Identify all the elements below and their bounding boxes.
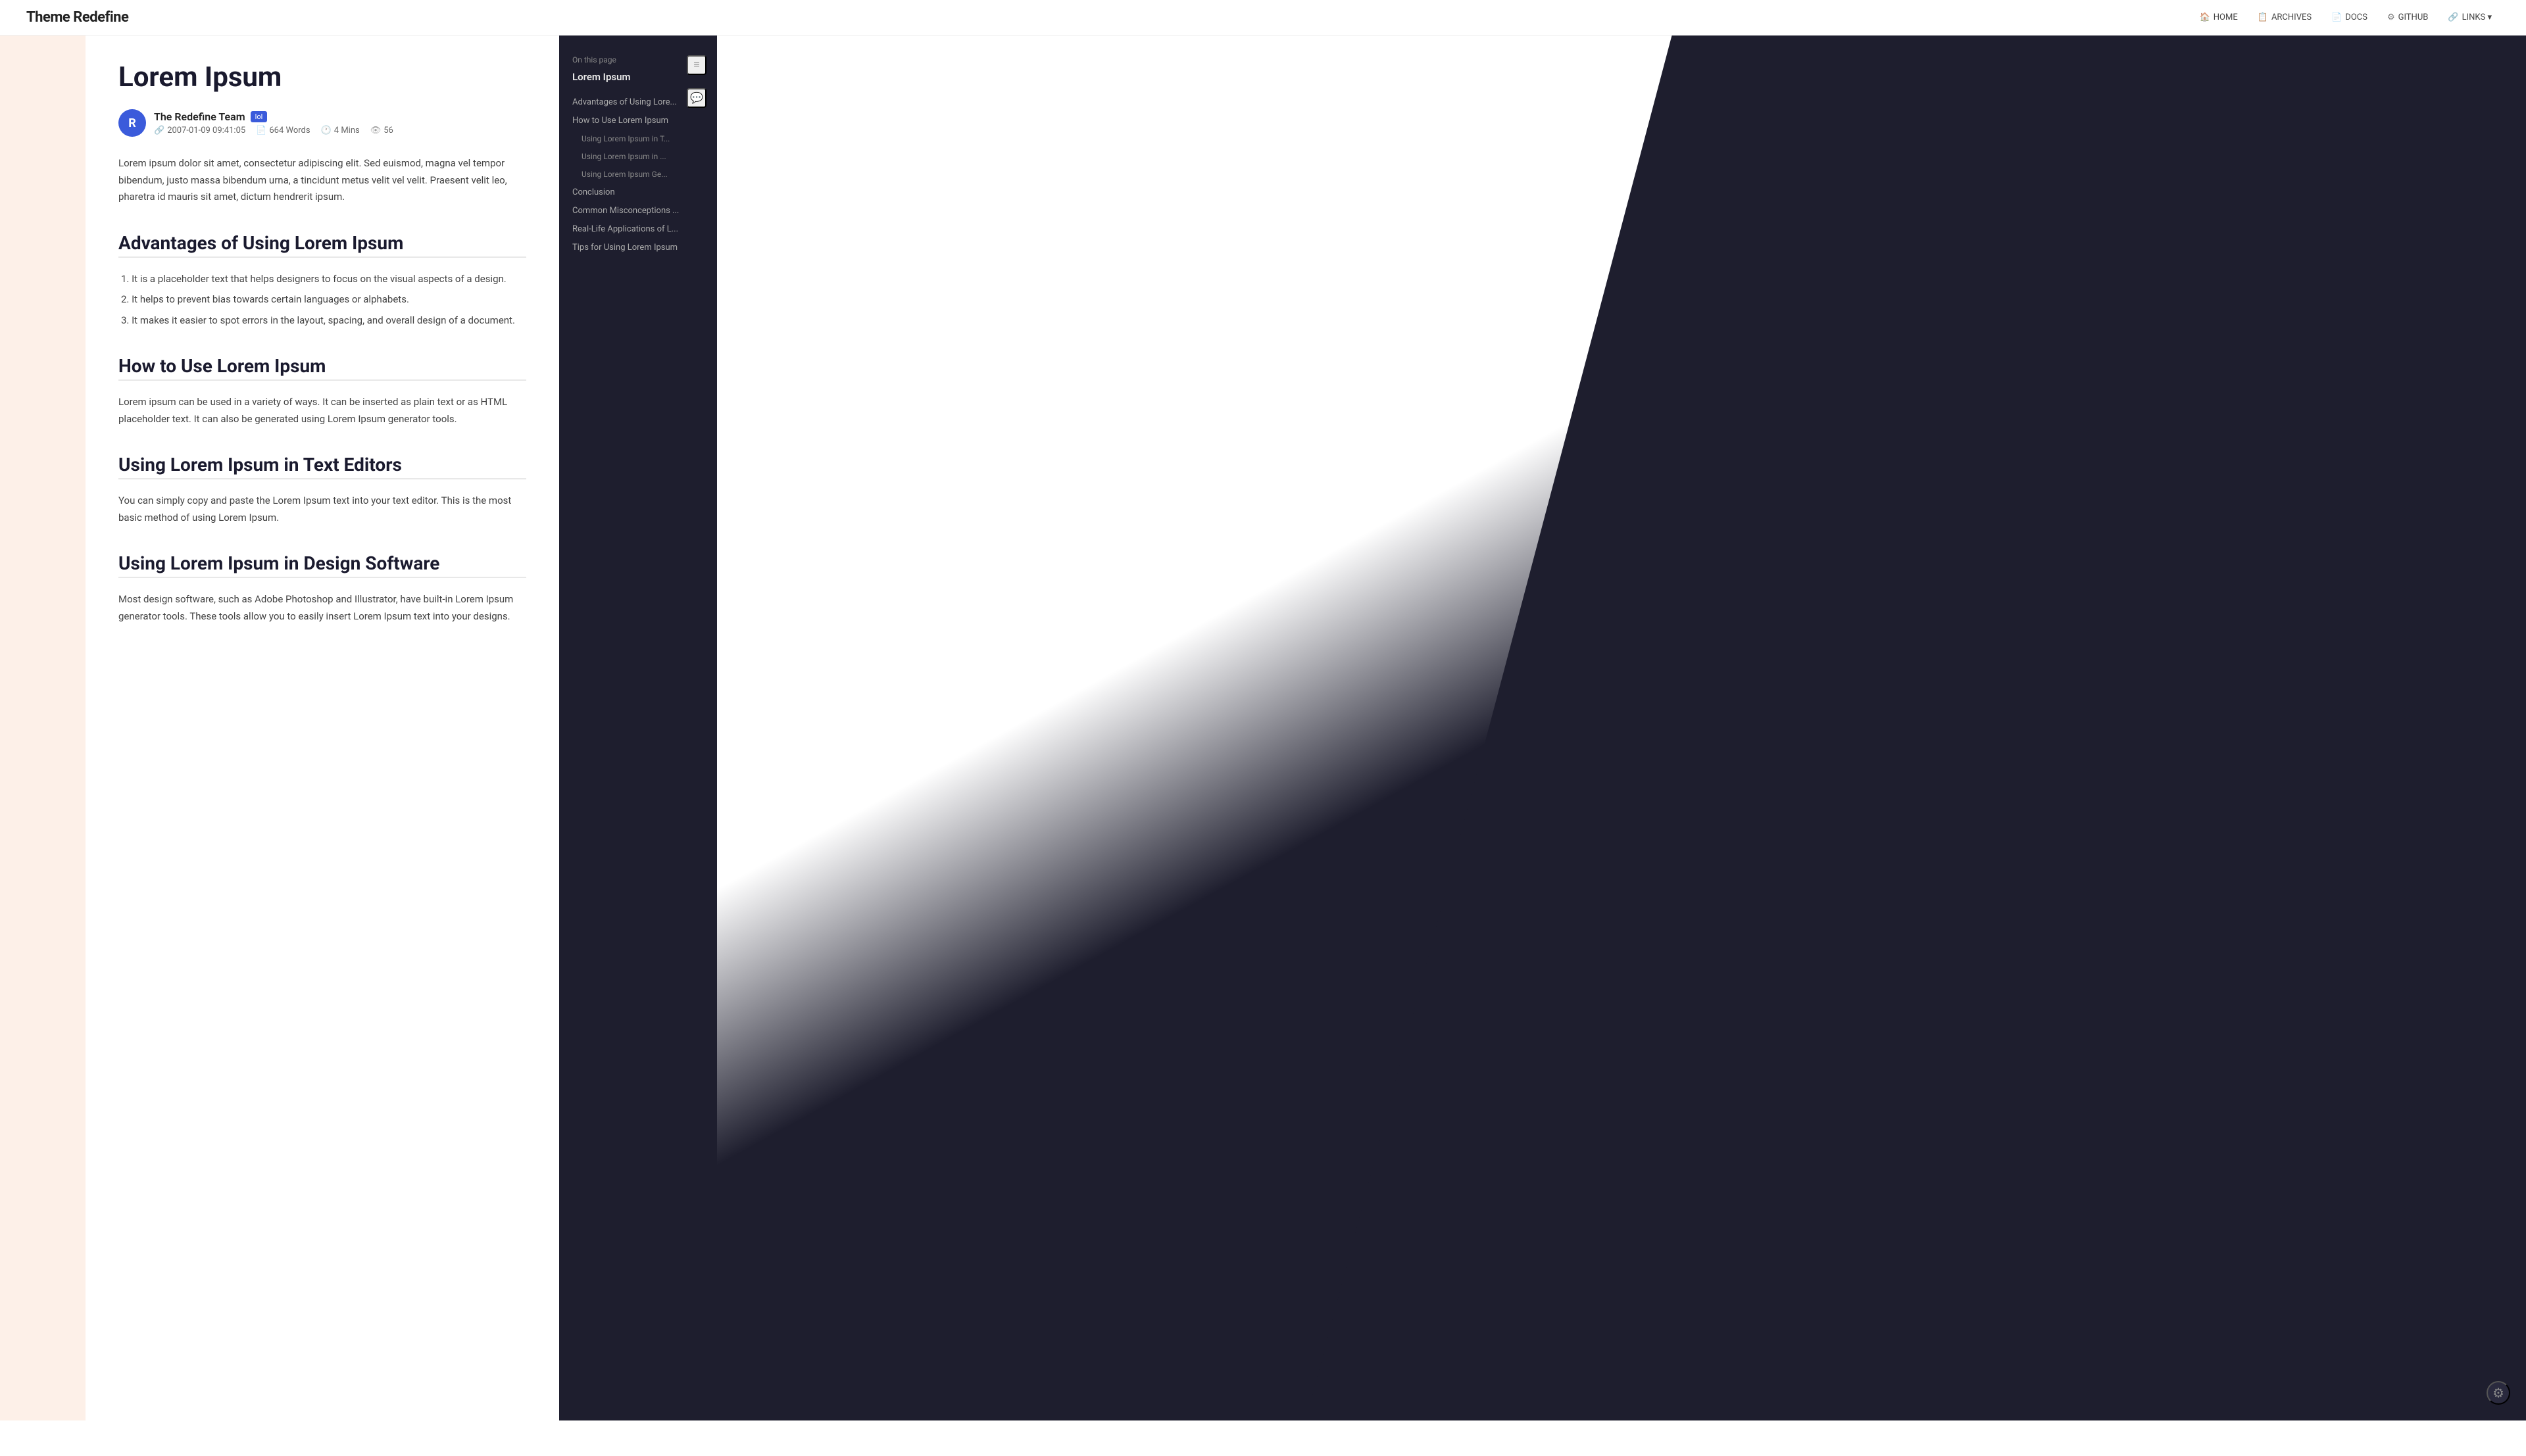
- article-sections: Advantages of Using Lorem Ipsum 1. It is …: [118, 232, 526, 625]
- toc-tips[interactable]: Tips for Using Lorem Ipsum: [572, 239, 704, 257]
- sidebar-icons: ≡ 💬: [687, 55, 706, 108]
- author-name-row: The Redefine Team lol: [154, 110, 393, 123]
- author-badge: lol: [251, 111, 268, 122]
- main-and-sidebar: Lorem Ipsum R The Redefine Team lol 🔗 20…: [86, 36, 2526, 1420]
- nav-brand: Theme Redefine: [26, 9, 128, 26]
- github-icon: ⚙: [2387, 12, 2395, 22]
- list-item: 1. It is a placeholder text that helps d…: [118, 271, 526, 288]
- nav-link-github[interactable]: ⚙GITHUB: [2379, 9, 2436, 26]
- section-text-text-editors: You can simply copy and paste the Lorem …: [118, 493, 526, 526]
- toc-misconceptions[interactable]: Common Misconceptions ...: [572, 202, 704, 220]
- toc-how-to-use[interactable]: How to Use Lorem Ipsum: [572, 112, 704, 130]
- clock-icon: 🕐: [321, 126, 332, 135]
- author-info: The Redefine Team lol 🔗 2007-01-09 09:41…: [154, 110, 393, 135]
- nav-link-home[interactable]: 🏠HOME: [2192, 9, 2246, 26]
- section-text-how-to-use: Lorem ipsum can be used in a variety of …: [118, 394, 526, 427]
- meta-row: 🔗 2007-01-09 09:41:05 📄 664 Words 🕐 4 Mi…: [154, 126, 393, 135]
- section-how-to-use: How to Use Lorem Ipsum Lorem ipsum can be…: [118, 355, 526, 427]
- nav-link-archives[interactable]: 📋ARCHIVES: [2250, 9, 2319, 26]
- section-design-software: Using Lorem Ipsum in Design Software Most…: [118, 552, 526, 625]
- author-name: The Redefine Team: [154, 110, 245, 123]
- toc-text-editors[interactable]: Using Lorem Ipsum in T...: [572, 130, 704, 148]
- section-heading-advantages: Advantages of Using Lorem Ipsum: [118, 232, 526, 258]
- list-item: 2. It helps to prevent bias towards cert…: [118, 291, 526, 308]
- meta-date: 🔗 2007-01-09 09:41:05: [154, 126, 245, 135]
- archives-icon: 📋: [2258, 12, 2268, 22]
- left-sidebar: [0, 36, 86, 1420]
- avatar: R: [118, 109, 146, 137]
- toc-title: Lorem Ipsum: [572, 71, 704, 83]
- toc-list-icon-btn[interactable]: ≡: [687, 55, 706, 75]
- section-advantages: Advantages of Using Lorem Ipsum 1. It is …: [118, 232, 526, 329]
- file-icon: 📄: [256, 126, 266, 135]
- section-text-design-software: Most design software, such as Adobe Phot…: [118, 591, 526, 625]
- home-icon: 🏠: [2200, 12, 2210, 22]
- meta-read-time: 🕐 4 Mins: [321, 126, 360, 135]
- intro-paragraph: Lorem ipsum dolor sit amet, consectetur …: [118, 155, 526, 206]
- toc-advantages[interactable]: Advantages of Using Lore...: [572, 93, 704, 112]
- page-wrapper: Lorem Ipsum R The Redefine Team lol 🔗 20…: [0, 36, 2526, 1420]
- section-text-editors: Using Lorem Ipsum in Text Editors You can…: [118, 454, 526, 526]
- calendar-icon: 🔗: [154, 126, 164, 135]
- list-item: 3. It makes it easier to spot errors in …: [118, 312, 526, 329]
- section-heading-text-editors: Using Lorem Ipsum in Text Editors: [118, 454, 526, 479]
- list-icon: ≡: [693, 59, 699, 71]
- toc-items: Advantages of Using Lore...How to Use Lo…: [572, 93, 704, 258]
- toc-conclusion[interactable]: Conclusion: [572, 183, 704, 202]
- list-advantages: 1. It is a placeholder text that helps d…: [118, 271, 526, 329]
- meta-views: 👁 56: [370, 126, 393, 135]
- docs-icon: 📄: [2331, 12, 2342, 22]
- main-content: Lorem Ipsum R The Redefine Team lol 🔗 20…: [86, 36, 559, 1420]
- section-heading-design-software: Using Lorem Ipsum in Design Software: [118, 552, 526, 578]
- author-row: R The Redefine Team lol 🔗 2007-01-09 09:…: [118, 109, 526, 137]
- toc-on-this-page: On this page: [572, 55, 704, 64]
- comment-icon: 💬: [690, 91, 703, 105]
- nav-link-docs[interactable]: 📄DOCS: [2323, 9, 2375, 26]
- eye-icon: 👁: [370, 126, 382, 135]
- links-icon: 🔗: [2448, 12, 2458, 22]
- navbar: Theme Redefine 🏠HOME📋ARCHIVES📄DOCS⚙GITHU…: [0, 0, 2526, 36]
- toc-real-life[interactable]: Real-Life Applications of L...: [572, 220, 704, 239]
- nav-link-links[interactable]: 🔗LINKS ▾: [2440, 9, 2500, 26]
- toc-comment-icon-btn[interactable]: 💬: [687, 88, 706, 108]
- section-heading-how-to-use: How to Use Lorem Ipsum: [118, 355, 526, 381]
- toc-design-software[interactable]: Using Lorem Ipsum in ...: [572, 148, 704, 166]
- meta-words: 📄 664 Words: [256, 126, 310, 135]
- content-area: Lorem Ipsum R The Redefine Team lol 🔗 20…: [86, 36, 2526, 1420]
- nav-links: 🏠HOME📋ARCHIVES📄DOCS⚙GITHUB🔗LINKS ▾: [2192, 9, 2500, 26]
- article-title: Lorem Ipsum: [118, 62, 526, 93]
- toc-generators[interactable]: Using Lorem Ipsum Ge...: [572, 166, 704, 183]
- toc-sidebar: ≡ 💬 On this page Lorem Ipsum Advantages …: [559, 36, 717, 1420]
